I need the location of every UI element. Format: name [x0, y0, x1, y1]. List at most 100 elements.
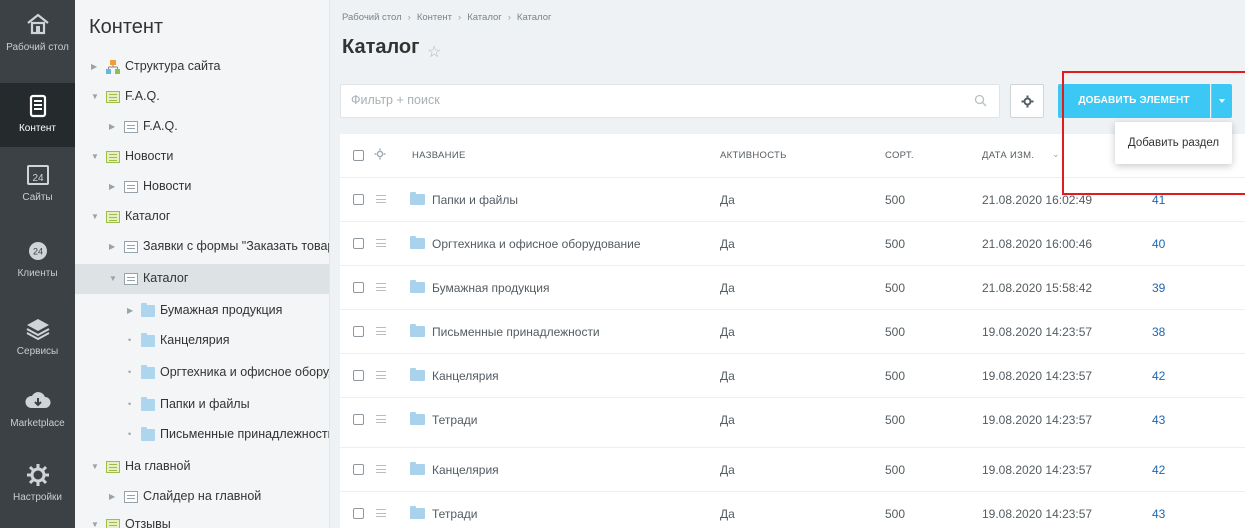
tree-item[interactable]: • Папки и файлы — [75, 390, 329, 420]
table-row[interactable]: Бумажная продукция Да 500 21.08.2020 15:… — [340, 266, 1245, 310]
expand-arrow-icon[interactable]: ▶ — [109, 492, 115, 501]
expand-arrow-icon[interactable]: ▶ — [109, 242, 115, 251]
drag-handle-icon[interactable] — [376, 371, 386, 379]
tree-item[interactable]: ▶ Бумажная продукция — [75, 296, 329, 326]
highlight-annotation-box — [1062, 71, 1245, 195]
drag-handle-icon[interactable] — [376, 283, 386, 291]
row-checkbox[interactable] — [353, 282, 364, 293]
tree-item[interactable]: • Оргтехника и офисное оборудование — [75, 358, 329, 388]
cell-id[interactable]: 43 — [1152, 507, 1165, 521]
tree-item[interactable]: ▶ Заявки с формы "Заказать товар" — [75, 232, 329, 262]
tree-item[interactable]: ▼ На главной — [75, 452, 329, 482]
row-checkbox[interactable] — [353, 414, 364, 425]
table-row[interactable]: Тетради Да 500 19.08.2020 14:23:57 43 — [340, 398, 1245, 448]
drag-handle-icon[interactable] — [376, 195, 386, 203]
menu-item-sites[interactable]: 24 Сайты — [0, 160, 75, 210]
breadcrumb-link[interactable]: Каталог — [517, 12, 552, 23]
cell-name[interactable]: Тетради — [432, 413, 477, 427]
cell-name[interactable]: Канцелярия — [432, 369, 499, 383]
iblock-type-icon — [106, 519, 120, 528]
row-checkbox[interactable] — [353, 464, 364, 475]
tree-item[interactable]: ▼ Новости — [75, 142, 329, 172]
collapse-arrow-icon[interactable]: ▼ — [109, 274, 117, 283]
tree-item[interactable]: • Канцелярия — [75, 326, 329, 356]
filter-search-input[interactable] — [351, 93, 951, 107]
table-row[interactable]: Тетради Да 500 19.08.2020 14:23:57 43 — [340, 492, 1245, 528]
cell-name[interactable]: Письменные принадлежности — [432, 325, 600, 339]
row-checkbox[interactable] — [353, 326, 364, 337]
cell-id[interactable]: 43 — [1152, 413, 1165, 427]
clients-icon: 24 — [23, 236, 53, 266]
grid-settings-button[interactable] — [1010, 84, 1044, 118]
filter-search-box[interactable] — [340, 84, 1000, 118]
expand-arrow-icon[interactable]: ▶ — [109, 122, 115, 131]
column-header-sort[interactable]: СОРТ. — [885, 150, 914, 161]
cell-name[interactable]: Тетради — [432, 507, 477, 521]
favorite-star-icon[interactable]: ☆ — [427, 42, 441, 62]
drag-handle-icon[interactable] — [376, 465, 386, 473]
expand-arrow-icon[interactable]: ▶ — [109, 182, 115, 191]
cell-id[interactable]: 41 — [1152, 193, 1165, 207]
cell-id[interactable]: 42 — [1152, 463, 1165, 477]
expand-arrow-icon[interactable]: ▶ — [127, 306, 133, 315]
collapse-arrow-icon[interactable]: ▼ — [91, 152, 99, 161]
tree-item-label: Каталог — [143, 271, 189, 285]
cell-sort: 500 — [885, 325, 906, 339]
tree-item[interactable]: ▶ Слайдер на главной — [75, 482, 329, 512]
table-row[interactable]: Канцелярия Да 500 19.08.2020 14:23:57 42 — [340, 354, 1245, 398]
menu-item-services[interactable]: Сервисы — [0, 314, 75, 364]
sort-chevron-down-icon[interactable]: ⌄ — [1052, 149, 1060, 160]
gear-icon — [23, 460, 53, 490]
row-checkbox[interactable] — [353, 370, 364, 381]
drag-handle-icon[interactable] — [376, 415, 386, 423]
tree-item[interactable]: ▼ F.A.Q. — [75, 82, 329, 112]
drag-handle-icon[interactable] — [376, 239, 386, 247]
select-all-checkbox[interactable] — [353, 150, 364, 161]
search-icon[interactable] — [974, 94, 987, 107]
row-checkbox[interactable] — [353, 194, 364, 205]
breadcrumb-link[interactable]: Контент — [417, 12, 452, 23]
tree-item-label: Слайдер на главной — [143, 489, 262, 503]
menu-item-clients[interactable]: 24 Клиенты — [0, 236, 75, 286]
cell-id[interactable]: 42 — [1152, 369, 1165, 383]
breadcrumb-link[interactable]: Каталог — [467, 12, 502, 23]
tree-item[interactable]: ▼ Отзывы — [75, 510, 329, 528]
row-checkbox[interactable] — [353, 508, 364, 519]
cell-id[interactable]: 39 — [1152, 281, 1165, 295]
expand-arrow-icon[interactable]: ▶ — [91, 62, 97, 71]
tree-item[interactable]: ▶ Структура сайта — [75, 52, 329, 82]
collapse-arrow-icon[interactable]: ▼ — [91, 462, 99, 471]
cell-name[interactable]: Канцелярия — [432, 463, 499, 477]
tree-item[interactable]: ▼ Каталог — [75, 202, 329, 232]
layers-icon — [23, 314, 53, 344]
menu-item-marketplace[interactable]: Marketplace — [0, 386, 75, 436]
collapse-arrow-icon[interactable]: ▼ — [91, 92, 99, 101]
tree-item[interactable]: ▶ F.A.Q. — [75, 112, 329, 142]
breadcrumb-link[interactable]: Рабочий стол — [342, 12, 402, 23]
table-row[interactable]: Письменные принадлежности Да 500 19.08.2… — [340, 310, 1245, 354]
collapse-arrow-icon[interactable]: ▼ — [91, 212, 99, 221]
menu-item-content[interactable]: Контент — [0, 83, 75, 147]
tree-item-selected[interactable]: ▼ Каталог — [75, 264, 329, 294]
cell-name[interactable]: Папки и файлы — [432, 193, 518, 207]
drag-handle-icon[interactable] — [376, 509, 386, 517]
column-header-name[interactable]: НАЗВАНИЕ — [412, 150, 466, 161]
table-row[interactable]: Оргтехника и офисное оборудование Да 500… — [340, 222, 1245, 266]
drag-handle-icon[interactable] — [376, 327, 386, 335]
menu-item-settings[interactable]: Настройки — [0, 460, 75, 510]
columns-settings-icon[interactable] — [374, 148, 386, 160]
cell-name[interactable]: Бумажная продукция — [432, 281, 549, 295]
row-checkbox[interactable] — [353, 238, 364, 249]
cell-name[interactable]: Оргтехника и офисное оборудование — [432, 237, 641, 251]
column-header-date[interactable]: ДАТА ИЗМ. — [982, 150, 1034, 161]
table-row[interactable]: Канцелярия Да 500 19.08.2020 14:23:57 42 — [340, 448, 1245, 492]
menu-label: Сервисы — [16, 346, 59, 357]
home-icon — [23, 10, 53, 40]
tree-item[interactable]: • Письменные принадлежности — [75, 420, 329, 450]
column-header-active[interactable]: АКТИВНОСТЬ — [720, 150, 787, 161]
collapse-arrow-icon[interactable]: ▼ — [91, 520, 99, 528]
cell-id[interactable]: 40 — [1152, 237, 1165, 251]
menu-item-desktop[interactable]: Рабочий стол — [0, 10, 75, 70]
cell-id[interactable]: 38 — [1152, 325, 1165, 339]
tree-item[interactable]: ▶ Новости — [75, 172, 329, 202]
